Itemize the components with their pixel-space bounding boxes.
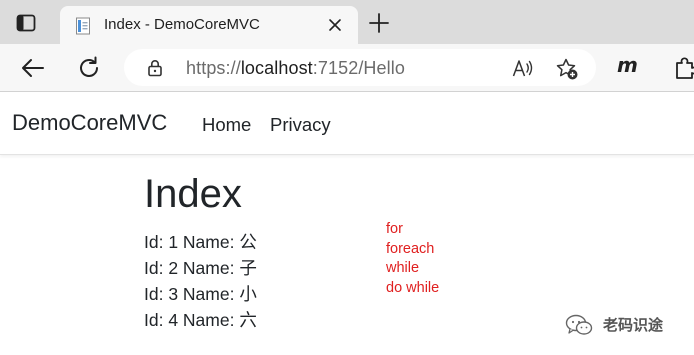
- read-aloud-icon[interactable]: [512, 58, 534, 78]
- brand-link[interactable]: DemoCoreMVC: [12, 110, 167, 136]
- tab-strip: Index - DemoCoreMVC: [0, 0, 694, 44]
- profile-button[interactable]: m: [617, 53, 638, 77]
- plus-icon[interactable]: [368, 12, 390, 34]
- annotation-line: while: [386, 260, 420, 276]
- url-path: :7152/Hello: [312, 58, 405, 78]
- site-navbar: DemoCoreMVC Home Privacy: [0, 93, 694, 155]
- url-scheme: https://: [186, 58, 241, 78]
- list-item: Id: 1 Name: 公: [144, 232, 257, 252]
- wechat-icon: [565, 314, 593, 335]
- tab-actions-icon[interactable]: [14, 11, 38, 35]
- reload-icon[interactable]: [76, 55, 102, 81]
- url-text[interactable]: https://localhost:7152/Hello: [186, 58, 405, 79]
- address-bar[interactable]: https://localhost:7152/Hello: [124, 49, 596, 86]
- annotation-line: for: [386, 221, 403, 237]
- tab-title: Index - DemoCoreMVC: [104, 16, 260, 33]
- list-item: Id: 4 Name: 六: [144, 310, 257, 330]
- watermark-text: 老码识途: [603, 316, 664, 334]
- lock-icon[interactable]: [147, 59, 163, 77]
- loop-annotation: for foreach while do while: [386, 220, 439, 298]
- puzzle-icon[interactable]: [672, 55, 694, 81]
- annotation-line: do while: [386, 279, 440, 296]
- list-item: Id: 2 Name: 子: [144, 258, 257, 278]
- annotation-line: foreach: [386, 240, 435, 257]
- people-list: Id: 1 Name: 公 Id: 2 Name: 子 Id: 3 Name: …: [144, 229, 257, 333]
- nav-privacy-link[interactable]: Privacy: [270, 114, 331, 136]
- page-title: Index: [144, 172, 242, 216]
- url-host: localhost: [240, 58, 313, 78]
- active-tab[interactable]: Index - DemoCoreMVC: [60, 6, 358, 44]
- star-plus-icon[interactable]: [555, 57, 579, 81]
- browser-toolbar: https://localhost:7152/Hello m: [0, 44, 694, 92]
- close-icon[interactable]: [327, 17, 343, 33]
- document-favicon-icon: [76, 17, 90, 35]
- nav-home-link[interactable]: Home: [202, 114, 251, 136]
- arrow-left-icon[interactable]: [20, 56, 46, 80]
- list-item: Id: 3 Name: 小: [144, 284, 257, 304]
